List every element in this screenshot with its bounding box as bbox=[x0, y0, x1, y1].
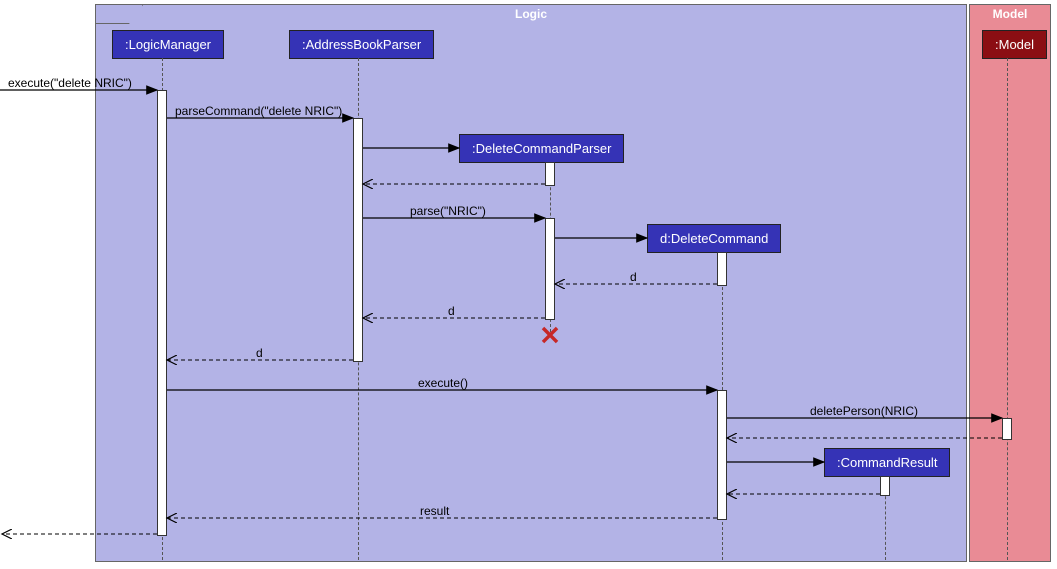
lifeline-model bbox=[1007, 58, 1008, 560]
msg-return-d2: d bbox=[448, 304, 455, 318]
frame-logic: X Logic bbox=[95, 4, 967, 562]
frame-logic-title: Logic bbox=[515, 7, 547, 21]
participant-commandresult: :CommandResult bbox=[824, 448, 950, 477]
frame-logic-label: X bbox=[96, 5, 143, 24]
activation-addressbookparser bbox=[353, 118, 363, 362]
activation-dcp-create bbox=[545, 162, 555, 186]
frame-model-title: Model bbox=[993, 7, 1028, 21]
frame-model: Model bbox=[969, 4, 1051, 562]
destroy-icon: ✕ bbox=[539, 321, 561, 352]
activation-model bbox=[1002, 418, 1012, 440]
msg-parse: parse("NRIC") bbox=[410, 204, 486, 218]
activation-dc-create bbox=[717, 252, 727, 286]
participant-model: :Model bbox=[982, 30, 1047, 59]
participant-deletecommand: d:DeleteCommand bbox=[647, 224, 781, 253]
msg-result: result bbox=[420, 504, 449, 518]
participant-deletecommandparser: :DeleteCommandParser bbox=[459, 134, 624, 163]
activation-logicmanager bbox=[157, 90, 167, 536]
activation-commandresult bbox=[880, 476, 890, 496]
msg-execute-in: execute("delete NRIC") bbox=[8, 76, 132, 90]
msg-execute: execute() bbox=[418, 376, 468, 390]
msg-parsecommand: parseCommand("delete NRIC") bbox=[175, 104, 342, 118]
activation-dcp-parse bbox=[545, 218, 555, 320]
msg-deleteperson: deletePerson(NRIC) bbox=[810, 404, 918, 418]
msg-return-d1: d bbox=[630, 270, 637, 284]
msg-return-d3: d bbox=[256, 346, 263, 360]
participant-addressbookparser: :AddressBookParser bbox=[289, 30, 434, 59]
activation-dc-execute bbox=[717, 390, 727, 520]
participant-logicmanager: :LogicManager bbox=[112, 30, 224, 59]
